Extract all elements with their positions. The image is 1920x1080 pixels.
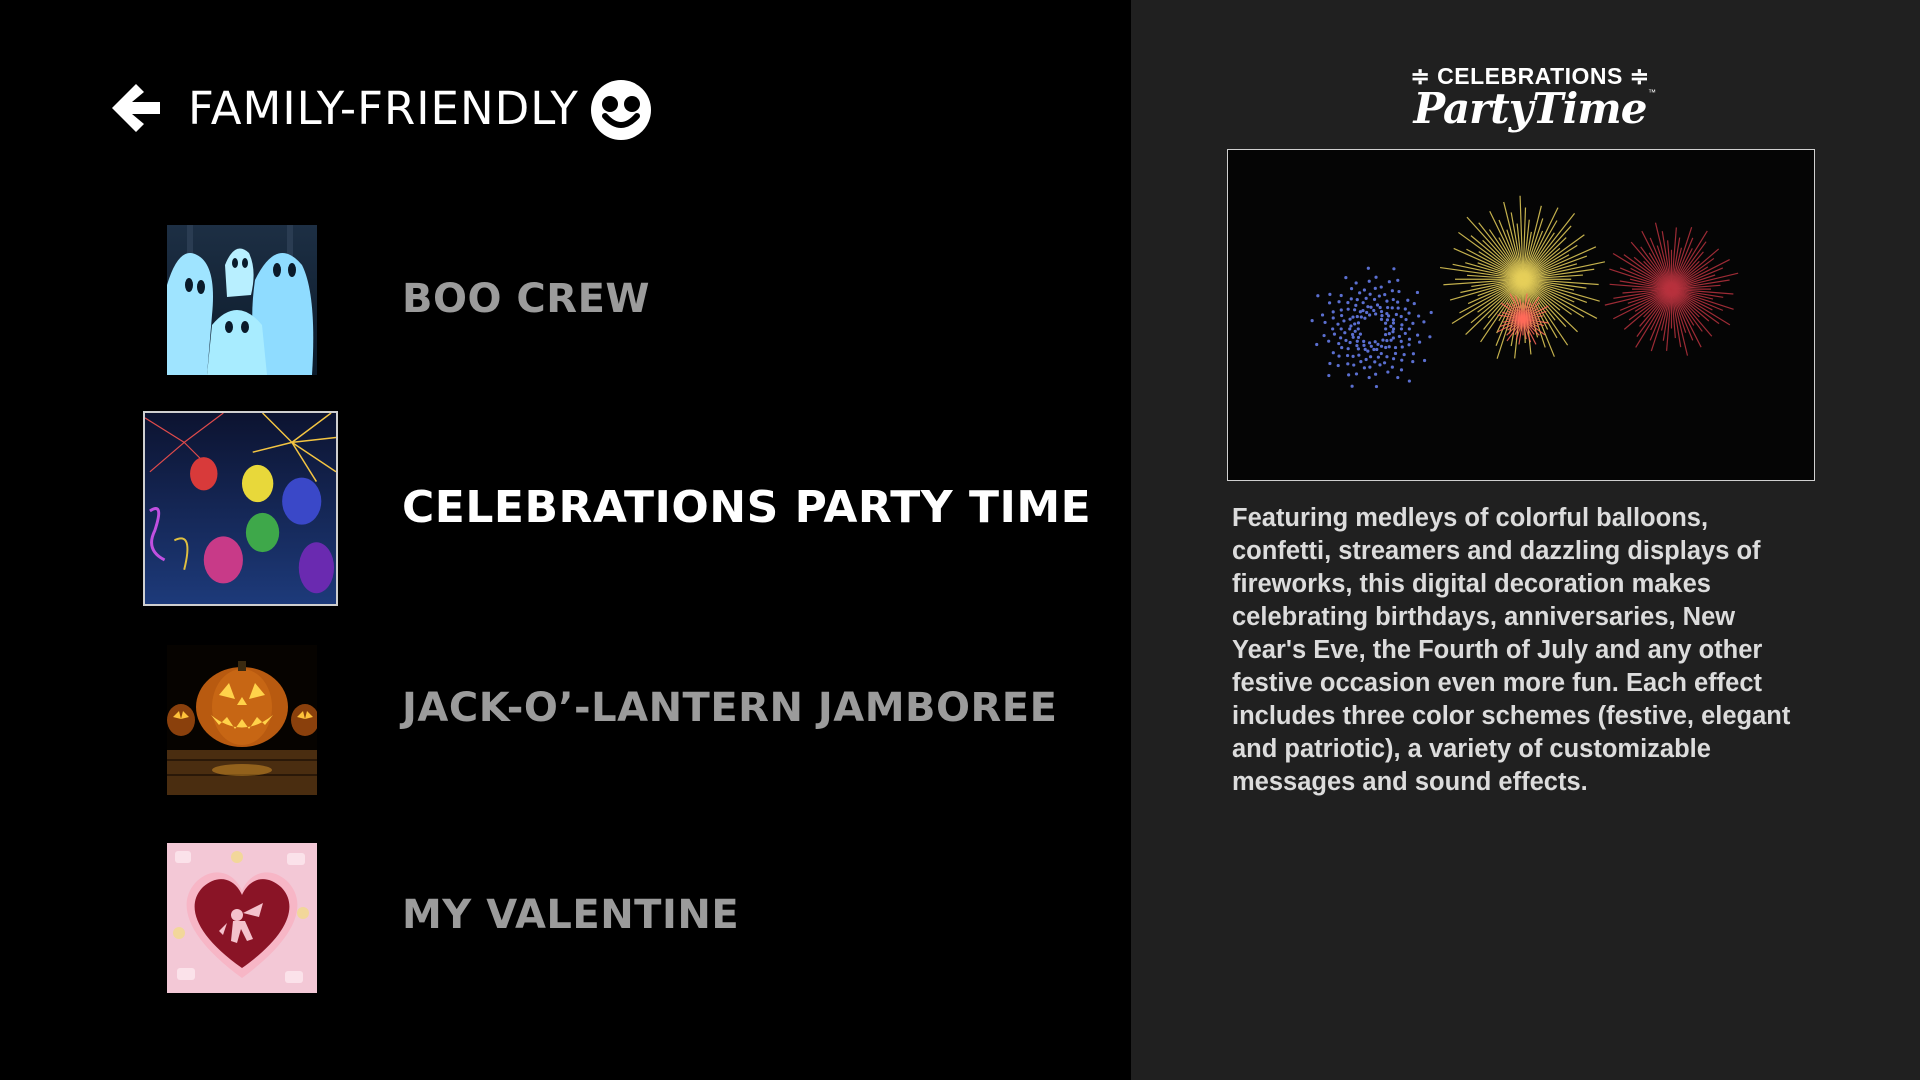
smiley-face-icon [591,80,651,140]
list-item-label: MY VALENTINE [402,892,740,938]
firework-burst [1310,266,1433,389]
balloons-fireworks-thumbnail [143,411,338,606]
ghosts-thumbnail [167,225,317,375]
fireworks-preview-image [1227,149,1815,481]
page-title: FAMILY-FRIENDLY [188,82,579,135]
back-arrow-icon [112,84,160,132]
jack-o-lantern-thumbnail [167,645,317,795]
back-button[interactable] [106,80,166,136]
logo-line-2: PartyTime [1413,84,1648,133]
firework-burst [1604,222,1739,356]
trademark-mark: ™ [1648,88,1656,97]
list-item-my-valentine[interactable]: MY VALENTINE [130,838,1090,1018]
description-text: Featuring medleys of colorful balloons, … [1232,504,1791,796]
celebrations-party-time-logo: ≑ CELEBRATIONS ≑ PartyTime ™ [1380,60,1680,140]
list-item-jack-o-lantern-jamboree[interactable]: JACK-O’-LANTERN JAMBOREE [130,635,1090,815]
list-item-label: CELEBRATIONS PARTY TIME [402,482,1092,533]
list-item-boo-crew[interactable]: BOO CREW [130,210,1090,390]
list-item-celebrations-party-time[interactable]: CELEBRATIONS PARTY TIME [130,410,1092,606]
list-item-label: JACK-O’-LANTERN JAMBOREE [402,685,1058,731]
list-item-label: BOO CREW [402,276,651,322]
valentine-heart-thumbnail [167,843,317,993]
menu-panel: FAMILY-FRIENDLY BOO CREW CELEBRATIONS PA… [0,0,1131,1080]
